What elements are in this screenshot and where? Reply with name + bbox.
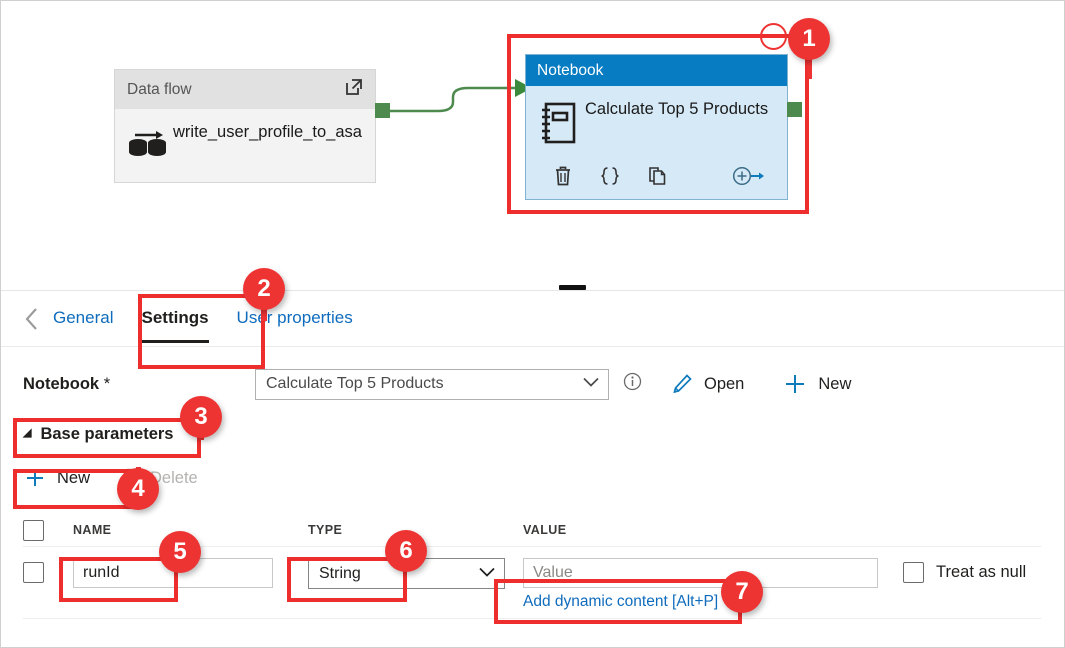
notebook-select-value: Calculate Top 5 Products	[266, 375, 444, 392]
parameter-type-select[interactable]: String	[308, 558, 505, 589]
info-circle-icon[interactable]	[623, 372, 642, 396]
open-notebook-button[interactable]: Open	[670, 372, 744, 396]
dataflow-output-port[interactable]	[375, 103, 390, 118]
dataflow-databases-icon	[127, 121, 173, 166]
treat-as-null-checkbox[interactable]	[903, 562, 924, 583]
panel-resize-handle[interactable]	[559, 285, 586, 290]
tab-general[interactable]: General	[53, 308, 113, 330]
required-marker: *	[103, 374, 111, 393]
notebook-node-body: Calculate Top 5 Products	[526, 86, 787, 151]
notebook-node-header: Notebook	[526, 55, 787, 86]
treat-as-null-control[interactable]: Treat as null	[903, 558, 1026, 583]
curly-braces-icon[interactable]	[599, 165, 621, 192]
activity-node-dataflow[interactable]: Data flow write_user_profile_to_asa	[114, 69, 376, 183]
column-header-value: VALUE	[523, 523, 567, 537]
plus-icon	[23, 466, 47, 490]
plus-circle-arrow-icon[interactable]	[731, 165, 765, 192]
open-notebook-label: Open	[704, 374, 745, 393]
chevron-down-icon	[582, 375, 600, 393]
dataflow-node-name: write_user_profile_to_asa	[173, 123, 362, 141]
chevron-left-icon[interactable]	[23, 306, 53, 332]
activity-node-notebook[interactable]: Notebook Calculate Top 5 Products	[525, 54, 788, 200]
screenshot-root: Data flow write_user_profile_to_asa Note…	[0, 0, 1065, 648]
delete-parameter-label: Delete	[150, 468, 198, 487]
column-header-type: TYPE	[308, 523, 343, 537]
base-parameters-section-header[interactable]: ◢ Base parameters	[23, 425, 173, 444]
properties-tabstrip: General Settings User properties	[1, 291, 1064, 347]
parameter-type-value: String	[319, 564, 361, 582]
trash-icon	[120, 467, 140, 489]
notebook-field-label-text: Notebook	[23, 374, 100, 393]
row-select-cell	[23, 558, 73, 583]
parameter-value-input[interactable]	[523, 558, 878, 588]
add-dynamic-content-link[interactable]: Add dynamic content [Alt+P]	[523, 593, 718, 611]
notebook-output-port[interactable]	[787, 102, 802, 117]
notebook-node-actions	[526, 162, 787, 194]
trash-icon[interactable]	[553, 165, 573, 192]
column-header-name: NAME	[73, 523, 112, 537]
new-parameter-button[interactable]: New	[23, 466, 90, 490]
parameter-value-wrap: Add dynamic content [Alt+P]	[523, 558, 878, 611]
row-select-checkbox[interactable]	[23, 562, 44, 583]
copy-icon[interactable]	[647, 165, 668, 192]
delete-parameter-button: Delete	[120, 467, 198, 489]
base-parameters-label: Base parameters	[40, 425, 174, 443]
activity-properties-panel: General Settings User properties Noteboo…	[1, 285, 1064, 647]
notebook-field-label: Notebook *	[23, 375, 255, 394]
pipeline-canvas[interactable]: Data flow write_user_profile_to_asa Note…	[1, 1, 1064, 290]
tab-settings[interactable]: Settings	[141, 308, 209, 343]
dataflow-node-type-label: Data flow	[127, 80, 192, 98]
parameter-type-cell: String	[308, 558, 523, 589]
chevron-down-icon	[478, 565, 496, 583]
parameter-value-cell: Add dynamic content [Alt+P] Treat as nul…	[523, 558, 1041, 611]
notebook-node-name: Calculate Top 5 Products	[585, 100, 769, 118]
parameter-name-cell	[73, 558, 308, 588]
parameter-name-input[interactable]	[73, 558, 273, 588]
treat-as-null-label: Treat as null	[936, 563, 1027, 581]
open-in-new-window-icon[interactable]	[343, 76, 365, 103]
expander-triangle-icon: ◢	[23, 427, 32, 439]
new-notebook-label: New	[818, 374, 852, 393]
new-parameter-label: New	[57, 468, 91, 487]
notebook-field-row: Notebook * Calculate Top 5 Products Open…	[1, 361, 1064, 407]
pencil-icon	[670, 372, 694, 396]
plus-icon	[782, 371, 808, 397]
dataflow-node-header: Data flow	[115, 70, 375, 109]
new-notebook-button[interactable]: New	[782, 371, 851, 397]
base-parameters-toolbar: New Delete	[23, 466, 228, 490]
select-all-cell	[23, 519, 73, 541]
base-parameters-table: NAME TYPE VALUE String	[23, 514, 1041, 619]
notebook-icon	[537, 98, 585, 151]
table-row: String Add dynamic content [Alt+P]	[23, 547, 1041, 619]
dataflow-node-body: write_user_profile_to_asa	[115, 109, 375, 166]
notebook-select[interactable]: Calculate Top 5 Products	[255, 368, 609, 400]
tab-user-properties[interactable]: User properties	[237, 308, 353, 330]
notebook-node-type-label: Notebook	[537, 61, 604, 79]
base-parameters-table-header: NAME TYPE VALUE	[23, 514, 1041, 547]
select-all-checkbox[interactable]	[23, 519, 44, 541]
